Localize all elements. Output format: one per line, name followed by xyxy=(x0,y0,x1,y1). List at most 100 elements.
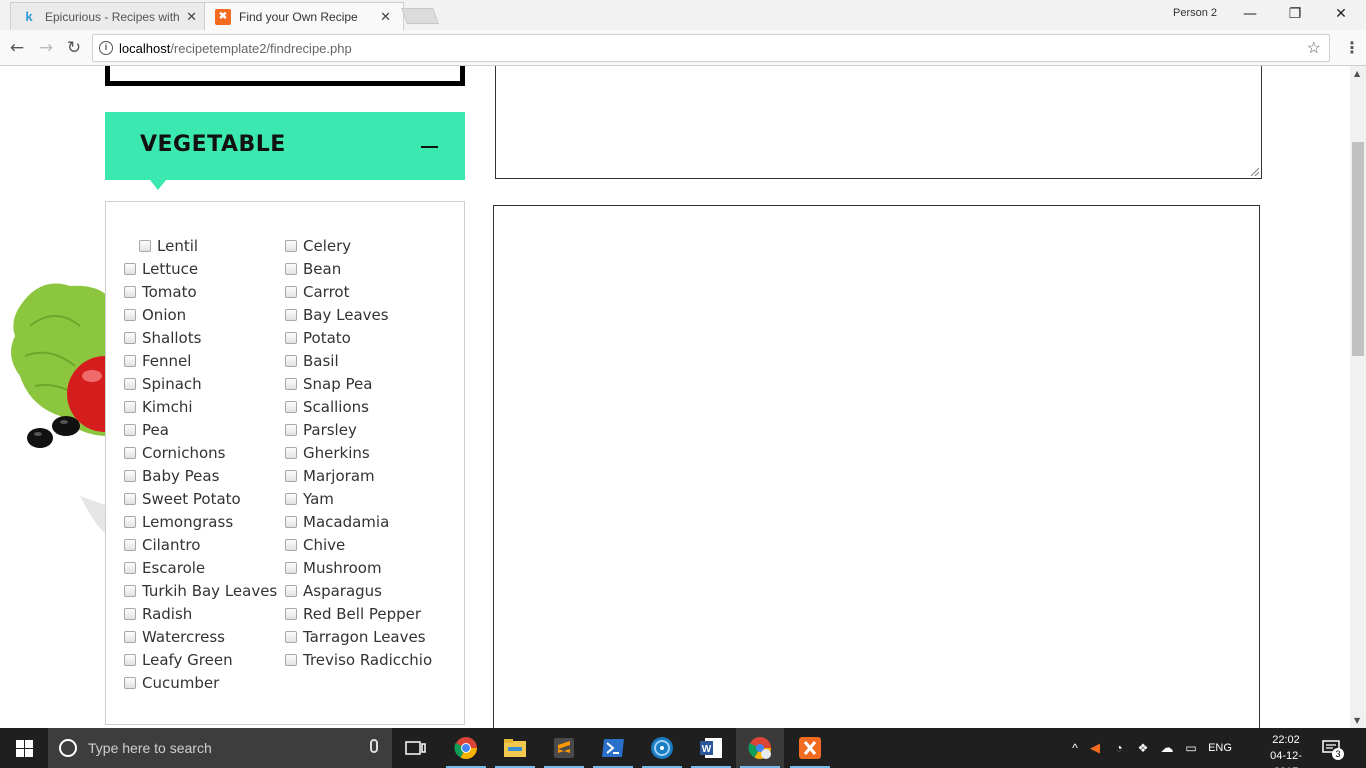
checkbox[interactable] xyxy=(285,653,297,666)
checkbox[interactable] xyxy=(124,446,136,459)
checkbox[interactable] xyxy=(285,331,297,344)
vegetable-option[interactable]: Escarole xyxy=(124,556,277,579)
file-explorer-icon[interactable] xyxy=(491,728,539,768)
resize-grip-icon[interactable] xyxy=(1251,168,1259,176)
checkbox[interactable] xyxy=(124,469,136,482)
word-icon[interactable]: W xyxy=(687,728,735,768)
page-scrollbar[interactable]: ▲ ▼ xyxy=(1350,66,1366,728)
checkbox[interactable] xyxy=(124,285,136,298)
volume-icon[interactable]: ◀ xyxy=(1083,740,1107,756)
checkbox[interactable] xyxy=(285,607,297,620)
vegetable-option[interactable]: Potato xyxy=(285,326,432,349)
language-indicator[interactable]: ENG xyxy=(1203,742,1237,754)
vegetable-option[interactable]: Sweet Potato xyxy=(124,487,277,510)
checkbox[interactable] xyxy=(285,538,297,551)
taskbar-clock[interactable]: 22:02 04-12-2017 xyxy=(1262,732,1310,768)
reload-icon[interactable]: ↻ xyxy=(64,38,84,58)
checkbox[interactable] xyxy=(124,331,136,344)
tab-epicurious[interactable]: k Epicurious - Recipes with ✕ xyxy=(10,2,210,30)
checkbox[interactable] xyxy=(285,423,297,436)
checkbox[interactable] xyxy=(124,354,136,367)
checkbox[interactable] xyxy=(285,377,297,390)
collapse-icon[interactable] xyxy=(421,146,438,148)
chrome-profile-icon[interactable] xyxy=(736,728,784,768)
checkbox[interactable] xyxy=(124,561,136,574)
task-view-icon[interactable] xyxy=(392,728,440,768)
vegetable-option[interactable]: Watercress xyxy=(124,625,277,648)
powershell-icon[interactable] xyxy=(589,728,637,768)
checkbox[interactable] xyxy=(285,285,297,298)
checkbox[interactable] xyxy=(124,584,136,597)
checkbox[interactable] xyxy=(124,630,136,643)
vegetable-option[interactable]: Parsley xyxy=(285,418,432,441)
close-icon[interactable]: ✕ xyxy=(186,9,197,25)
vegetable-option[interactable]: Red Bell Pepper xyxy=(285,602,432,625)
vegetable-option[interactable]: Celery xyxy=(285,234,432,257)
checkbox[interactable] xyxy=(139,239,151,252)
forward-icon[interactable]: → xyxy=(36,38,56,58)
vegetable-option[interactable]: Bean xyxy=(285,257,432,280)
checkbox[interactable] xyxy=(285,262,297,275)
checkbox[interactable] xyxy=(124,538,136,551)
taskbar-search-box[interactable]: Type here to search xyxy=(48,728,392,768)
vegetable-option[interactable]: Onion xyxy=(124,303,277,326)
new-tab-button[interactable] xyxy=(401,8,439,24)
checkbox[interactable] xyxy=(124,676,136,689)
checkbox[interactable] xyxy=(285,446,297,459)
minimize-icon[interactable]: — xyxy=(1240,4,1260,24)
vegetable-option[interactable]: Treviso Radicchio xyxy=(285,648,432,671)
restore-icon[interactable]: ❐ xyxy=(1285,4,1305,24)
vegetable-option[interactable]: Gherkins xyxy=(285,441,432,464)
vegetable-option[interactable]: Carrot xyxy=(285,280,432,303)
checkbox[interactable] xyxy=(124,653,136,666)
profile-name[interactable]: Person 2 xyxy=(1173,7,1217,19)
chrome-icon[interactable] xyxy=(442,728,490,768)
onedrive-icon[interactable]: ☁ xyxy=(1155,740,1179,756)
checkbox[interactable] xyxy=(124,308,136,321)
checkbox[interactable] xyxy=(285,308,297,321)
checkbox[interactable] xyxy=(124,377,136,390)
vegetable-option[interactable]: Spinach xyxy=(124,372,277,395)
sublime-text-icon[interactable] xyxy=(540,728,588,768)
notifications-icon[interactable]: 3 xyxy=(1322,738,1344,760)
microphone-icon[interactable] xyxy=(370,739,378,753)
checkbox[interactable] xyxy=(124,423,136,436)
vegetable-option[interactable]: Basil xyxy=(285,349,432,372)
vegetable-option[interactable]: Tarragon Leaves xyxy=(285,625,432,648)
checkbox[interactable] xyxy=(285,630,297,643)
vegetable-accordion-header[interactable]: VEGETABLE xyxy=(105,112,465,190)
vegetable-option[interactable]: Snap Pea xyxy=(285,372,432,395)
media-player-icon[interactable] xyxy=(638,728,686,768)
show-hidden-icons-icon[interactable]: ^ xyxy=(1067,741,1083,755)
checkbox[interactable] xyxy=(124,492,136,505)
vegetable-option[interactable]: Yam xyxy=(285,487,432,510)
vegetable-option[interactable]: Baby Peas xyxy=(124,464,277,487)
vegetable-option[interactable]: Tomato xyxy=(124,280,277,303)
close-icon[interactable]: ✕ xyxy=(380,9,391,25)
scrollbar-thumb[interactable] xyxy=(1352,142,1364,356)
checkbox[interactable] xyxy=(285,239,297,252)
scroll-down-icon[interactable]: ▼ xyxy=(1354,716,1360,725)
vegetable-option[interactable]: Cornichons xyxy=(124,441,277,464)
checkbox[interactable] xyxy=(285,561,297,574)
tab-find-your-own-recipe[interactable]: ✖ Find your Own Recipe ✕ xyxy=(204,2,404,30)
checkbox[interactable] xyxy=(285,469,297,482)
checkbox[interactable] xyxy=(124,515,136,528)
vegetable-option[interactable]: Fennel xyxy=(124,349,277,372)
scroll-up-icon[interactable]: ▲ xyxy=(1354,69,1360,78)
battery-icon[interactable]: ▭ xyxy=(1179,741,1203,755)
dropbox-icon[interactable]: ❖ xyxy=(1131,741,1155,755)
vegetable-option[interactable]: Pea xyxy=(124,418,277,441)
ingredients-textarea[interactable] xyxy=(495,66,1262,179)
bookmark-star-icon[interactable]: ☆ xyxy=(1307,38,1321,58)
vegetable-option[interactable]: Scallions xyxy=(285,395,432,418)
checkbox[interactable] xyxy=(124,607,136,620)
vegetable-option[interactable]: Cucumber xyxy=(124,671,277,694)
vegetable-option[interactable]: Radish xyxy=(124,602,277,625)
checkbox[interactable] xyxy=(124,262,136,275)
close-window-icon[interactable]: ✕ xyxy=(1331,4,1351,24)
vegetable-option[interactable]: Shallots xyxy=(124,326,277,349)
vegetable-option[interactable]: Marjoram xyxy=(285,464,432,487)
menu-icon[interactable]: ⋮ xyxy=(1344,38,1360,57)
vegetable-option[interactable]: Lettuce xyxy=(124,257,277,280)
